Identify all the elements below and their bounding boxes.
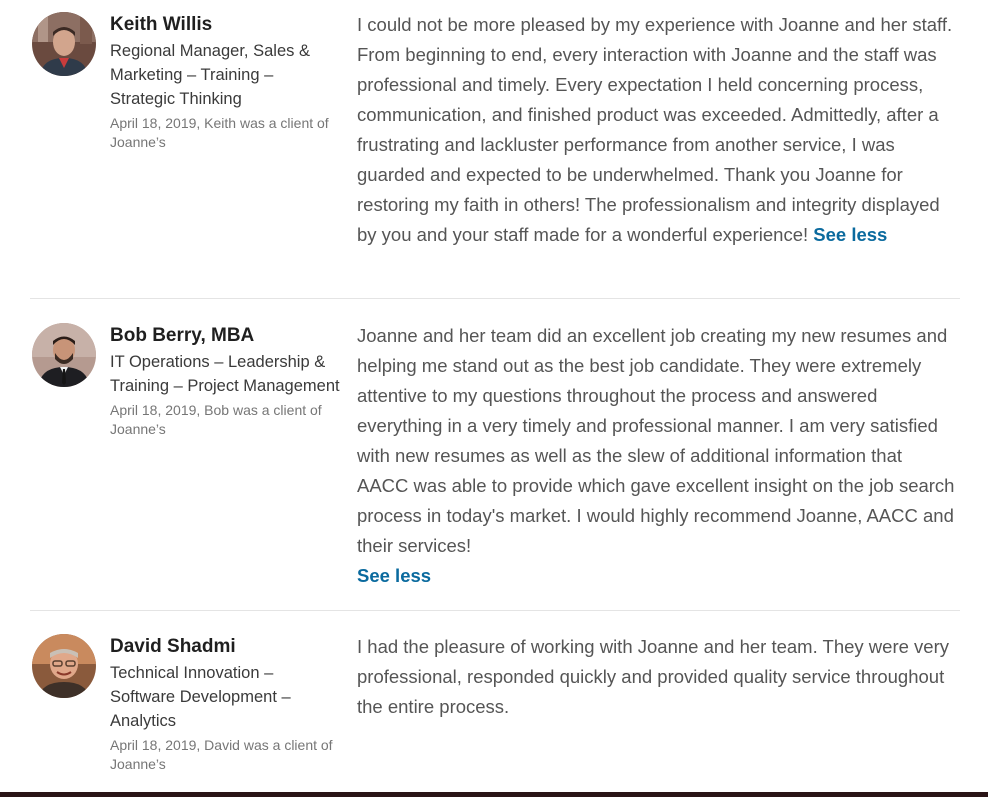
recommendation-text: I could not be more pleased by my experi… (357, 10, 957, 250)
recommender-info: Bob Berry, MBA IT Operations – Leadershi… (110, 324, 342, 439)
recommendation-date-relation: April 18, 2019, Bob was a client of Joan… (110, 402, 322, 437)
recommender-info: Keith Willis Regional Manager, Sales & M… (110, 13, 342, 152)
recommendation-body: Joanne and her team did an excellent job… (357, 325, 955, 556)
recommender-info: David Shadmi Technical Innovation – Soft… (110, 635, 342, 774)
divider (30, 298, 960, 299)
avatar-photo-david (32, 634, 96, 698)
recommendation-body: I could not be more pleased by my experi… (357, 14, 953, 245)
recommendation-text: Joanne and her team did an excellent job… (357, 321, 957, 591)
recommendations-page: Keith Willis Regional Manager, Sales & M… (0, 0, 988, 797)
recommender-headline: Technical Innovation – Software Developm… (110, 664, 291, 730)
see-less-link[interactable]: See less (813, 224, 887, 245)
recommendation-date-relation: April 18, 2019, Keith was a client of Jo… (110, 115, 329, 150)
avatar[interactable] (32, 323, 96, 387)
avatar[interactable] (32, 12, 96, 76)
recommender-headline: IT Operations – Leadership & Training – … (110, 353, 340, 395)
recommendation-date-relation: April 18, 2019, David was a client of Jo… (110, 737, 333, 772)
divider (30, 610, 960, 611)
recommendation-body: I had the pleasure of working with Joann… (357, 636, 949, 717)
recommender-name[interactable]: David Shadmi (110, 635, 342, 659)
avatar-photo-keith (32, 12, 96, 76)
avatar[interactable] (32, 634, 96, 698)
footer-edge-bar (0, 792, 988, 797)
see-less-link[interactable]: See less (357, 565, 431, 586)
recommender-name[interactable]: Bob Berry, MBA (110, 324, 342, 348)
recommender-headline: Regional Manager, Sales & Marketing – Tr… (110, 42, 310, 108)
avatar-photo-bob (32, 323, 96, 387)
recommendation-text: I had the pleasure of working with Joann… (357, 632, 957, 722)
recommender-name[interactable]: Keith Willis (110, 13, 342, 37)
